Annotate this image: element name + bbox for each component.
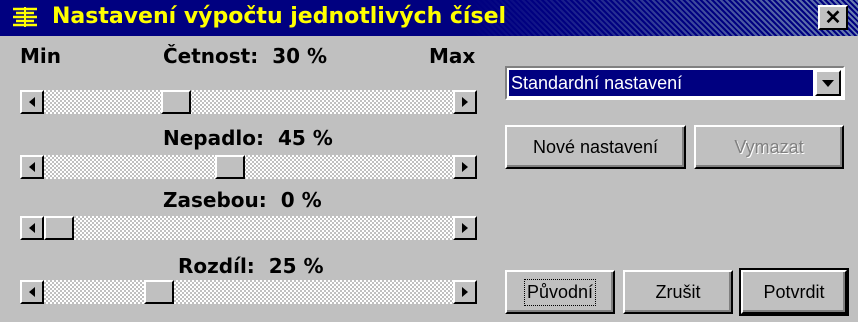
nepadlo-thumb[interactable]: [215, 155, 245, 179]
arrow-left-icon: [29, 223, 35, 233]
rozdil-scrollbar[interactable]: [20, 280, 477, 304]
preset-select[interactable]: Standardní nastavení: [505, 66, 845, 100]
zasebou-label-text: Zasebou:: [163, 188, 267, 212]
window-title: Nastavení výpočtu jednotlivých čísel: [52, 4, 507, 29]
close-button[interactable]: ✕: [818, 5, 848, 30]
scroll-right-button[interactable]: [453, 280, 477, 304]
nepadlo-scrollbar[interactable]: [20, 155, 477, 179]
scroll-left-button[interactable]: [20, 280, 44, 304]
cetnost-label: Četnost: 30 %: [163, 44, 327, 68]
cetnost-value: 30 %: [272, 44, 328, 68]
scroll-right-button[interactable]: [453, 216, 477, 240]
rozdil-value: 25 %: [268, 254, 324, 278]
arrow-left-icon: [29, 287, 35, 297]
arrow-right-icon: [462, 223, 468, 233]
scroll-right-button[interactable]: [453, 155, 477, 179]
original-button[interactable]: Původní: [505, 270, 615, 314]
cetnost-thumb[interactable]: [161, 90, 191, 114]
confirm-button[interactable]: Potvrdit: [739, 268, 849, 316]
arrow-left-icon: [29, 97, 35, 107]
rozdil-label: Rozdíl: 25 %: [178, 254, 324, 278]
delete-preset-button[interactable]: Vymazat: [694, 125, 844, 169]
arrow-right-icon: [462, 162, 468, 172]
scroll-left-button[interactable]: [20, 90, 44, 114]
max-label: Max: [429, 44, 476, 68]
rozdil-label-text: Rozdíl:: [178, 254, 255, 278]
nepadlo-label-text: Nepadlo:: [163, 126, 265, 150]
scroll-left-button[interactable]: [20, 155, 44, 179]
cancel-label: Zrušit: [655, 281, 701, 302]
zasebou-scrollbar[interactable]: [20, 216, 477, 240]
scroll-right-button[interactable]: [453, 90, 477, 114]
zasebou-label: Zasebou: 0 %: [163, 188, 322, 212]
dropdown-button[interactable]: [815, 70, 841, 96]
scroll-left-button[interactable]: [20, 216, 44, 240]
close-icon: ✕: [824, 6, 842, 29]
arrow-right-icon: [462, 97, 468, 107]
cetnost-scrollbar[interactable]: [20, 90, 477, 114]
delete-preset-label: Vymazat: [734, 136, 804, 157]
new-preset-button[interactable]: Nové nastavení: [505, 125, 686, 169]
preset-selected-value: Standardní nastavení: [509, 70, 813, 96]
cetnost-label-text: Četnost:: [163, 44, 259, 68]
arrow-right-icon: [462, 287, 468, 297]
cancel-button[interactable]: Zrušit: [623, 270, 733, 314]
confirm-label: Potvrdit: [763, 281, 825, 302]
original-label: Původní: [523, 278, 597, 306]
new-preset-label: Nové nastavení: [532, 136, 659, 157]
rozdil-thumb[interactable]: [144, 280, 174, 304]
zasebou-thumb[interactable]: [44, 216, 74, 240]
nepadlo-value: 45 %: [277, 126, 333, 150]
zasebou-value: 0 %: [280, 188, 322, 212]
app-icon: [11, 5, 39, 29]
nepadlo-label: Nepadlo: 45 %: [163, 126, 333, 150]
arrow-left-icon: [29, 162, 35, 172]
min-label: Min: [20, 44, 61, 68]
chevron-down-icon: [822, 79, 834, 87]
